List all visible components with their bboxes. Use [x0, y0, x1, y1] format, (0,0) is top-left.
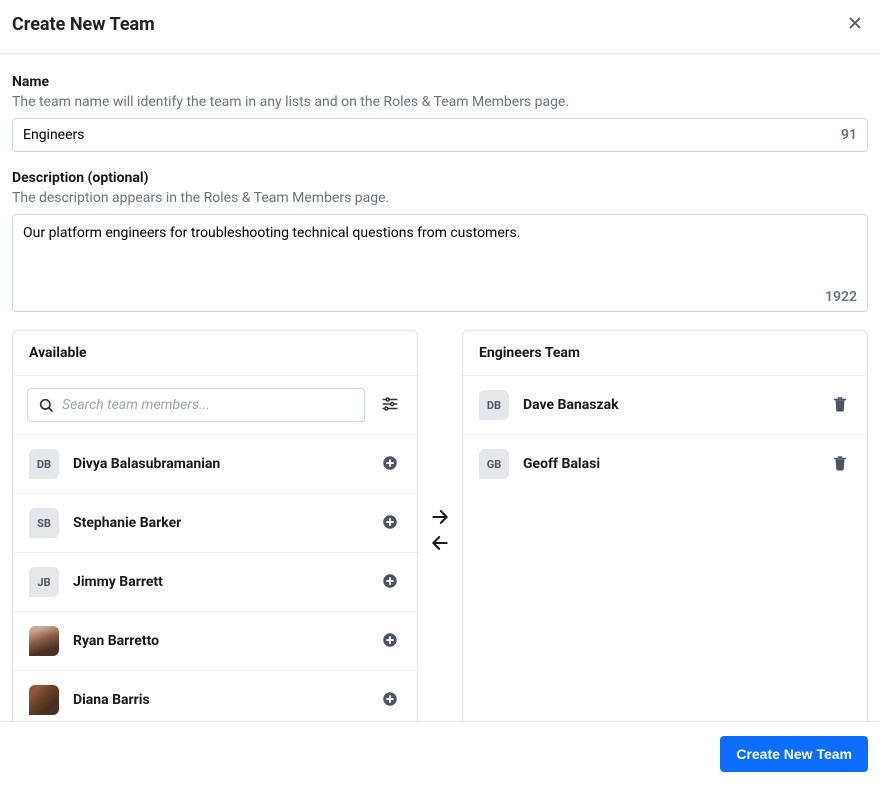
add-member-button[interactable]: [379, 452, 401, 477]
member-row[interactable]: SB Stephanie Barker: [13, 493, 417, 552]
transfer-panels: Available DB Divya Balasubramanian SB Steph…: [12, 330, 868, 721]
modal-header: Create New Team: [0, 0, 880, 54]
add-icon: [381, 690, 399, 708]
description-label: Description (optional): [12, 170, 868, 186]
name-label: Name: [12, 74, 868, 90]
name-field-group: Name The team name will identify the tea…: [12, 74, 868, 152]
name-input-wrap: 91: [12, 118, 868, 152]
member-name: Diana Barris: [73, 692, 365, 708]
description-help: The description appears in the Roles & T…: [12, 190, 868, 206]
arrow-right-icon: [430, 507, 450, 527]
add-member-button[interactable]: [379, 688, 401, 713]
team-panel-title: Engineers Team: [463, 331, 867, 376]
team-list[interactable]: DB Dave Banaszak GB Geoff Balasi: [463, 376, 867, 721]
add-member-button[interactable]: [379, 570, 401, 595]
avatar: SB: [29, 508, 59, 538]
member-name: Dave Banaszak: [523, 397, 815, 413]
add-icon: [381, 631, 399, 649]
add-icon: [381, 572, 399, 590]
search-input[interactable]: [54, 397, 354, 413]
remove-member-button[interactable]: [829, 452, 851, 477]
member-row[interactable]: Ryan Barretto: [13, 611, 417, 670]
trash-icon: [831, 454, 849, 472]
modal-footer: Create New Team: [0, 721, 880, 786]
team-panel: Engineers Team DB Dave Banaszak GB Geoff Ba…: [462, 330, 868, 721]
add-icon: [381, 454, 399, 472]
modal-title: Create New Team: [12, 14, 155, 35]
available-panel: Available DB Divya Balasubramanian SB Steph…: [12, 330, 418, 721]
member-name: Stephanie Barker: [73, 515, 365, 531]
trash-icon: [831, 395, 849, 413]
add-icon: [381, 513, 399, 531]
member-row[interactable]: DB Dave Banaszak: [463, 376, 867, 434]
search-wrap: [27, 388, 365, 422]
member-name: Divya Balasubramanian: [73, 456, 365, 472]
member-name: Ryan Barretto: [73, 633, 365, 649]
name-help: The team name will identify the team in …: [12, 94, 868, 110]
modal-body: Name The team name will identify the tea…: [0, 54, 880, 721]
member-name: Geoff Balasi: [523, 456, 815, 472]
avatar: [29, 685, 59, 715]
member-row[interactable]: Diana Barris: [13, 670, 417, 721]
search-row: [13, 376, 417, 434]
close-icon: [846, 14, 864, 32]
add-member-button[interactable]: [379, 511, 401, 536]
description-input[interactable]: Our platform engineers for troubleshooti…: [13, 215, 867, 307]
description-char-count: 1922: [825, 289, 857, 305]
member-row[interactable]: JB Jimmy Barrett: [13, 552, 417, 611]
available-panel-title: Available: [13, 331, 417, 376]
filter-icon: [381, 395, 399, 413]
search-icon: [38, 397, 54, 413]
name-char-count: 91: [841, 127, 857, 143]
close-button[interactable]: [842, 10, 868, 39]
transfer-arrows: [428, 330, 452, 721]
member-name: Jimmy Barrett: [73, 574, 365, 590]
member-row[interactable]: DB Divya Balasubramanian: [13, 434, 417, 493]
arrow-left-icon: [430, 533, 450, 553]
remove-member-button[interactable]: [829, 393, 851, 418]
description-input-wrap: Our platform engineers for troubleshooti…: [12, 214, 868, 312]
avatar: DB: [29, 449, 59, 479]
avatar: JB: [29, 567, 59, 597]
create-team-button[interactable]: Create New Team: [720, 736, 868, 772]
add-member-button[interactable]: [379, 629, 401, 654]
member-row[interactable]: GB Geoff Balasi: [463, 434, 867, 493]
filter-button[interactable]: [377, 391, 403, 420]
available-list[interactable]: DB Divya Balasubramanian SB Stephanie Barke…: [13, 434, 417, 721]
description-field-group: Description (optional) The description a…: [12, 170, 868, 312]
avatar: GB: [479, 449, 509, 479]
avatar: [29, 626, 59, 656]
name-input[interactable]: [13, 119, 867, 151]
avatar: DB: [479, 390, 509, 420]
